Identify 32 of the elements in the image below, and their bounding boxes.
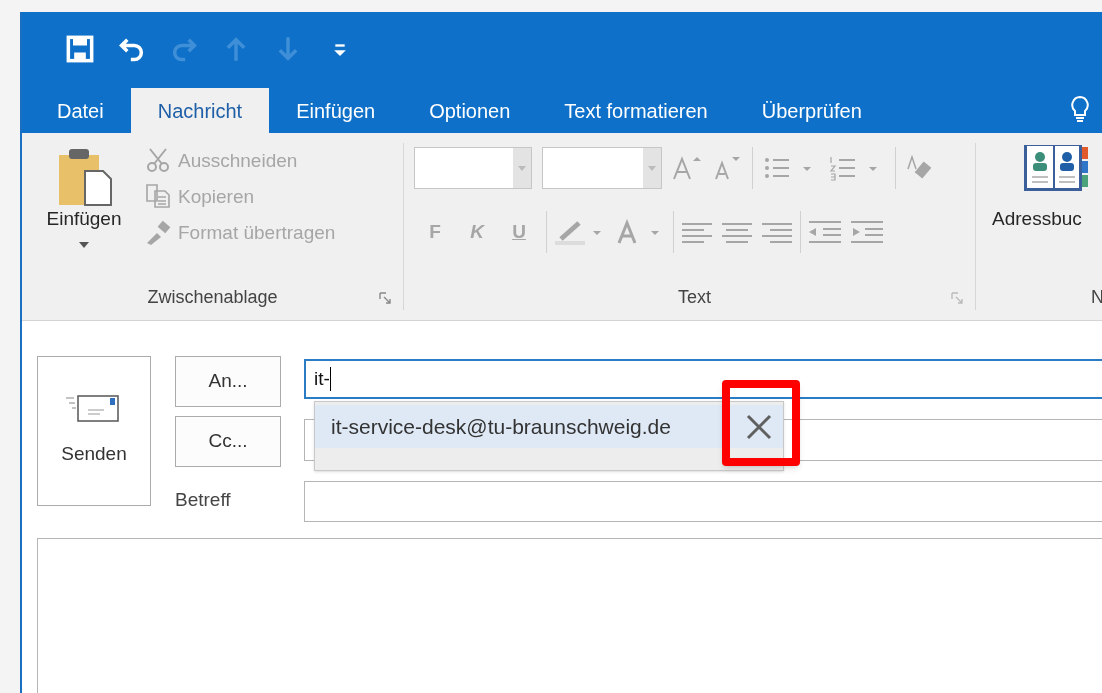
address-book-button[interactable]: Adressbuc: [992, 143, 1102, 234]
ribbon-tab[interactable]: Optionen: [402, 88, 538, 133]
send-button[interactable]: Senden: [37, 356, 151, 506]
to-field[interactable]: it-: [304, 359, 1102, 399]
dialog-launcher-icon[interactable]: [951, 292, 963, 304]
group-label: Zwischenablage: [147, 285, 278, 309]
subject-field[interactable]: [304, 481, 1102, 522]
dropdown-caret-icon: [518, 165, 526, 171]
lightbulb-icon[interactable]: [1070, 95, 1090, 123]
ribbon-tab[interactable]: Einfügen: [269, 88, 403, 133]
cc-button[interactable]: Cc...: [175, 416, 281, 467]
address-book-icon: [1022, 143, 1088, 193]
dialog-launcher-icon[interactable]: [379, 292, 391, 304]
font-size-field[interactable]: [542, 147, 662, 189]
paste-button[interactable]: Einfügen: [34, 145, 134, 284]
to-button[interactable]: An...: [175, 356, 281, 407]
ribbon-tab[interactable]: Nachricht: [130, 88, 270, 133]
copy-icon: [144, 183, 172, 211]
dropdown-caret-icon: [648, 165, 656, 171]
envelope-icon: [66, 393, 122, 422]
group-label: N: [1091, 285, 1102, 309]
suggestion-item[interactable]: it-service-desk@tu-braunschweig.de: [315, 405, 783, 448]
ribbon-tab[interactable]: Datei: [30, 88, 131, 133]
close-icon: [745, 412, 773, 441]
ribbon-tab[interactable]: Überprüfen: [734, 88, 889, 133]
ribbon-tab[interactable]: Text formatieren: [537, 88, 735, 133]
group-label: Text: [678, 285, 711, 309]
scissors-icon: [144, 147, 172, 175]
save-icon[interactable]: [66, 34, 94, 63]
subject-label: Betreff: [175, 488, 231, 512]
dropdown-caret-icon: [79, 241, 89, 248]
font-name-field[interactable]: [414, 147, 532, 189]
